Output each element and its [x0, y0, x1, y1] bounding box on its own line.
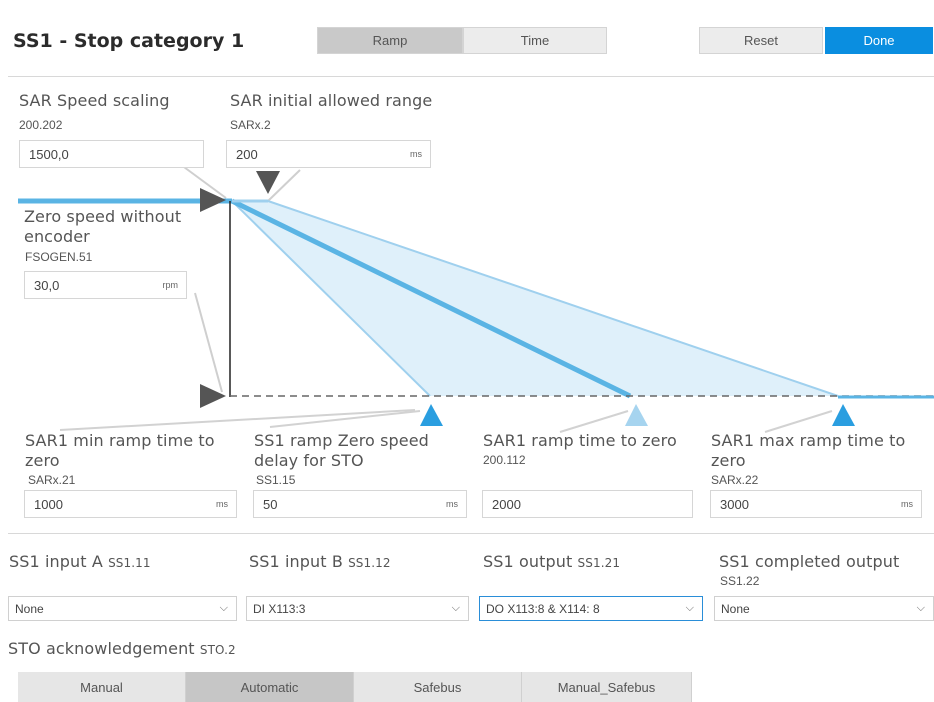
triangle-up-icon[interactable] — [420, 404, 443, 426]
ramp-time-input[interactable]: 2000 — [482, 490, 693, 518]
zero-speed-input[interactable]: 30,0 rpm — [24, 271, 187, 299]
chevron-down-icon: ⌵ — [219, 602, 228, 614]
reset-button[interactable]: Reset — [699, 27, 823, 54]
zero-speed-code: FSOGEN.51 — [25, 250, 93, 264]
min-ramp-value: 1000 — [34, 496, 63, 512]
output-select[interactable]: DO X113:8 & X114: 8 ⌵ — [479, 596, 703, 621]
output-label: SS1 output SS1.21 — [483, 552, 621, 571]
input-a-label: SS1 input A SS1.11 — [9, 552, 151, 571]
section-divider — [8, 533, 934, 534]
triangle-right-icon[interactable] — [200, 384, 226, 408]
max-ramp-label-line1: SAR1 max ramp time to — [711, 431, 906, 450]
max-ramp-value: 3000 — [720, 496, 749, 512]
triangle-up-icon[interactable] — [625, 404, 648, 426]
input-a-code: SS1.11 — [108, 556, 151, 570]
zero-delay-value: 50 — [263, 496, 278, 512]
sto-option-manual-safebus[interactable]: Manual_Safebus — [522, 672, 692, 702]
min-ramp-unit: ms — [216, 499, 228, 509]
initial-range-label: SAR initial allowed range — [230, 91, 433, 110]
ramp-time-code: 200.112 — [483, 453, 526, 467]
page-title: SS1 - Stop category 1 — [13, 30, 245, 52]
sto-option-automatic[interactable]: Automatic — [186, 672, 354, 702]
ramp-time-label: SAR1 ramp time to zero — [483, 431, 677, 450]
min-ramp-input[interactable]: 1000 ms — [24, 490, 237, 518]
tab-time[interactable]: Time — [463, 27, 607, 54]
zero-delay-unit: ms — [446, 499, 458, 509]
zero-speed-unit: rpm — [162, 280, 179, 290]
zero-delay-label-line2: delay for STO — [254, 451, 364, 470]
min-ramp-label-line1: SAR1 min ramp time to — [25, 431, 215, 450]
completed-select[interactable]: None ⌵ — [714, 596, 934, 621]
triangle-right-icon[interactable] — [200, 188, 226, 212]
input-b-select[interactable]: DI X113:3 ⌵ — [246, 596, 469, 621]
triangle-down-icon[interactable] — [256, 171, 280, 194]
completed-label: SS1 completed output — [719, 552, 900, 571]
speed-scaling-input[interactable]: 1500,0 — [19, 140, 204, 168]
tab-ramp[interactable]: Ramp — [317, 27, 463, 54]
initial-range-unit: ms — [410, 149, 422, 159]
sto-label: STO acknowledgement STO.2 — [8, 639, 236, 658]
max-ramp-label-line2: zero — [711, 451, 746, 470]
completed-code: SS1.22 — [720, 574, 760, 588]
input-b-selected: DI X113:3 — [253, 601, 306, 616]
max-ramp-input[interactable]: 3000 ms — [710, 490, 922, 518]
output-selected: DO X113:8 & X114: 8 — [486, 601, 600, 616]
ramp-time-value: 2000 — [492, 496, 521, 512]
input-a-select[interactable]: None ⌵ — [8, 596, 237, 621]
speed-scaling-code: 200.202 — [19, 118, 63, 132]
min-ramp-code: SARx.21 — [28, 473, 76, 487]
zero-speed-value: 30,0 — [34, 277, 60, 293]
zero-speed-label-line1: Zero speed without — [24, 207, 182, 226]
chevron-down-icon: ⌵ — [916, 602, 925, 614]
zero-delay-label-line1: SS1 ramp Zero speed — [254, 431, 429, 450]
ramp-envelope — [232, 201, 838, 396]
max-ramp-unit: ms — [901, 499, 913, 509]
completed-selected: None — [721, 601, 750, 616]
zero-delay-input[interactable]: 50 ms — [253, 490, 467, 518]
initial-range-value: 200 — [236, 146, 258, 162]
header-divider — [8, 76, 934, 77]
zero-delay-code: SS1.15 — [256, 473, 296, 487]
initial-range-code: SARx.2 — [230, 118, 271, 132]
input-b-label: SS1 input B SS1.12 — [249, 552, 391, 571]
initial-range-input[interactable]: 200 ms — [226, 140, 431, 168]
output-code: SS1.21 — [577, 556, 621, 570]
sto-option-safebus[interactable]: Safebus — [354, 672, 522, 702]
sto-code: STO.2 — [199, 643, 236, 657]
triangle-up-icon[interactable] — [832, 404, 855, 426]
min-ramp-label-line2: zero — [25, 451, 60, 470]
zero-speed-label-line2: encoder — [24, 227, 90, 246]
done-button[interactable]: Done — [825, 27, 933, 54]
max-ramp-code: SARx.22 — [711, 473, 759, 487]
chevron-down-icon: ⌵ — [451, 602, 460, 614]
speed-scaling-value: 1500,0 — [29, 146, 69, 162]
chevron-down-icon: ⌵ — [685, 602, 694, 614]
speed-scaling-label: SAR Speed scaling — [19, 91, 170, 110]
input-b-code: SS1.12 — [348, 556, 391, 570]
sto-option-manual[interactable]: Manual — [18, 672, 186, 702]
input-a-selected: None — [15, 601, 44, 616]
